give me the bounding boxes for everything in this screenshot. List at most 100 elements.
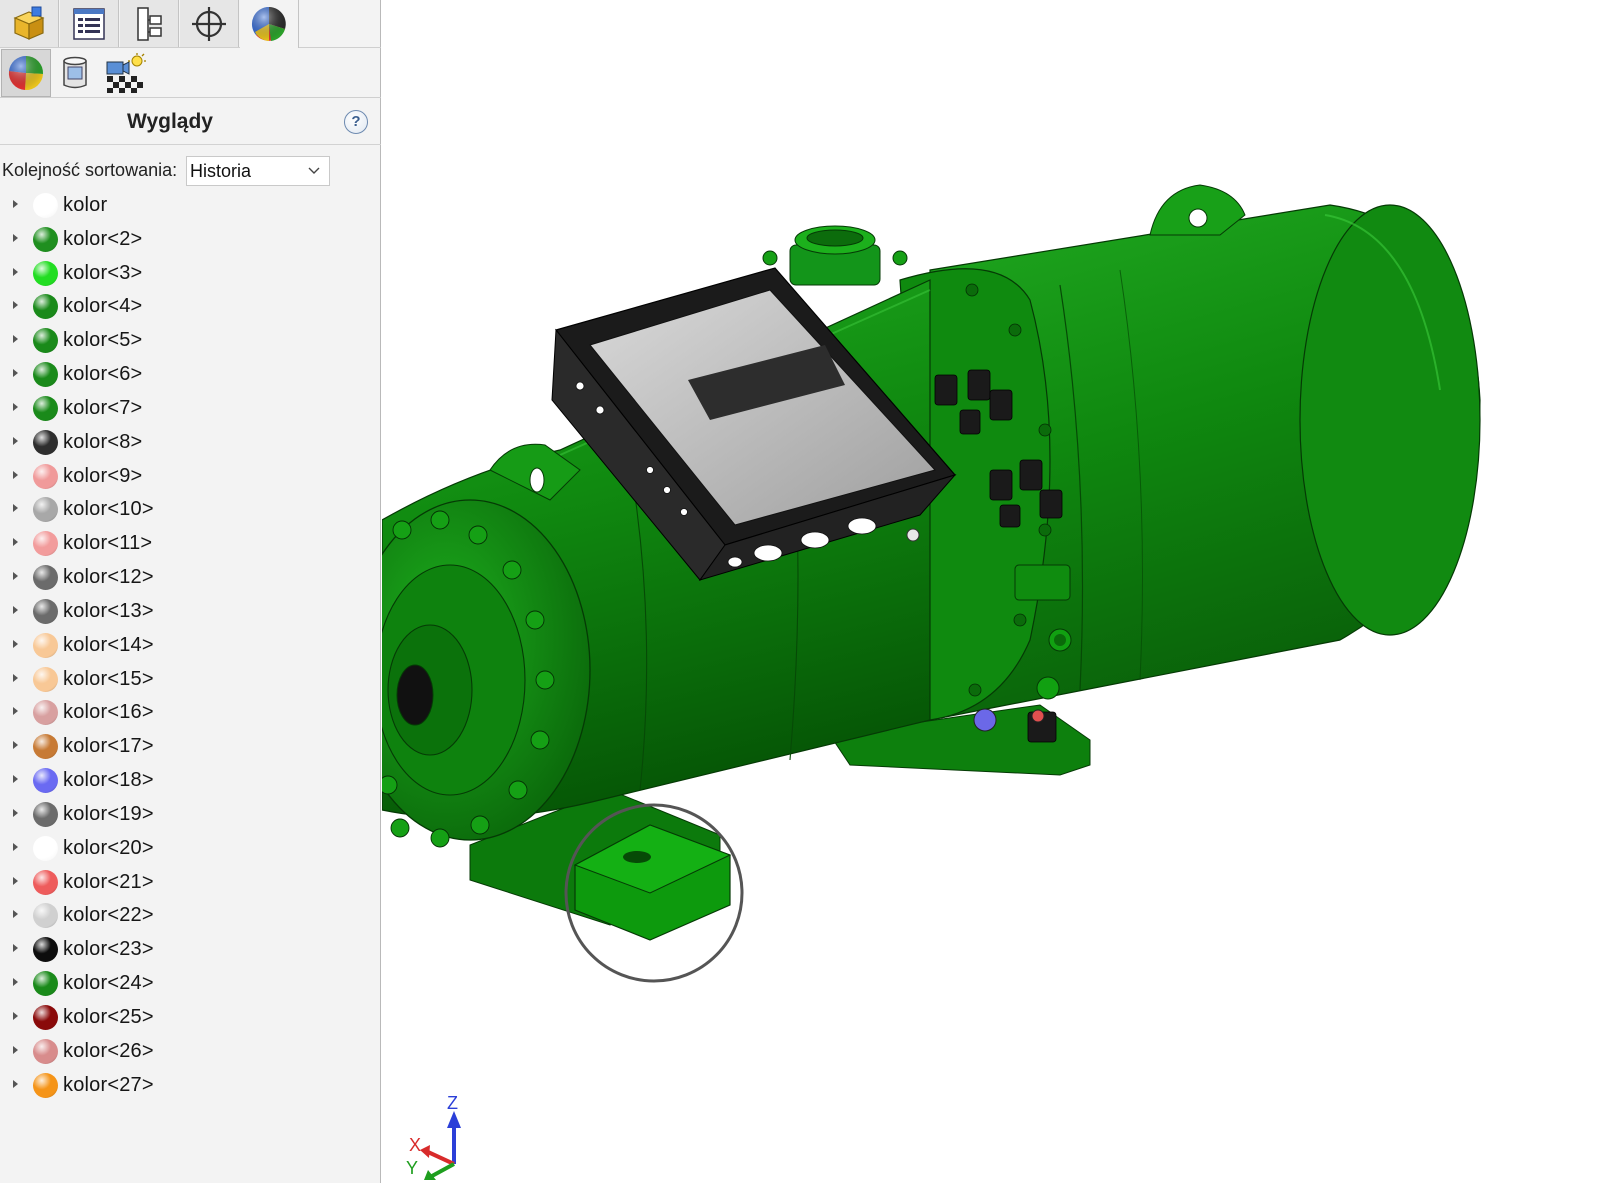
- expand-arrow-icon[interactable]: [13, 402, 18, 411]
- appearance-item[interactable]: kolor<20>: [0, 831, 381, 865]
- appearance-item[interactable]: kolor<9>: [0, 459, 381, 493]
- appearance-item[interactable]: kolor<8>: [0, 425, 381, 459]
- appearance-item[interactable]: kolor<7>: [0, 391, 381, 425]
- graphics-area[interactable]: Z X Y: [382, 0, 1600, 1183]
- color-swatch-icon: [33, 565, 58, 591]
- expand-arrow-icon[interactable]: [13, 436, 18, 445]
- expand-arrow-icon[interactable]: [13, 538, 18, 547]
- color-swatch-icon: [33, 395, 58, 421]
- sort-order-select[interactable]: Historia: [186, 156, 330, 186]
- color-swatch-icon: [33, 497, 58, 523]
- appearance-item[interactable]: kolor<4>: [0, 289, 381, 323]
- panel-header: Wyglądy ?: [0, 100, 381, 145]
- expand-arrow-icon[interactable]: [13, 910, 18, 919]
- decals-icon: [63, 56, 87, 89]
- appearance-item-label: kolor<7>: [63, 396, 143, 419]
- tab-display-manager[interactable]: [240, 0, 299, 48]
- expand-arrow-icon[interactable]: [13, 944, 18, 953]
- appearance-item[interactable]: kolor<23>: [0, 932, 381, 966]
- expand-arrow-icon[interactable]: [13, 200, 18, 208]
- chevron-down-icon: [308, 167, 320, 174]
- expand-arrow-icon[interactable]: [13, 504, 18, 513]
- color-swatch-icon: [33, 429, 58, 455]
- color-swatch-icon: [33, 1004, 58, 1030]
- appearance-item[interactable]: kolor<17>: [0, 729, 381, 763]
- tab-dimxpert-manager[interactable]: [180, 0, 239, 47]
- appearance-item[interactable]: kolor<16>: [0, 695, 381, 729]
- color-swatch-icon: [33, 193, 58, 218]
- color-swatch-icon: [33, 768, 58, 794]
- color-swatch-icon: [33, 734, 58, 760]
- appearance-item-label: kolor<20>: [63, 836, 154, 859]
- appearance-item[interactable]: kolor<12>: [0, 560, 381, 594]
- appearance-item[interactable]: kolor<11>: [0, 526, 381, 560]
- appearance-item[interactable]: kolor<5>: [0, 323, 381, 357]
- expand-arrow-icon[interactable]: [13, 741, 18, 750]
- appearance-item-label: kolor<22>: [63, 904, 154, 927]
- expand-arrow-icon[interactable]: [13, 639, 18, 648]
- tab-feature-manager[interactable]: [0, 0, 59, 47]
- expand-arrow-icon[interactable]: [13, 572, 18, 581]
- expand-arrow-icon[interactable]: [13, 267, 18, 276]
- appearance-item[interactable]: kolor<6>: [0, 357, 381, 391]
- appearance-item[interactable]: kolor<3>: [0, 256, 381, 290]
- appearance-item-label: kolor<16>: [63, 701, 154, 724]
- expand-arrow-icon[interactable]: [13, 605, 18, 614]
- configuration-manager-icon: [137, 6, 162, 41]
- expand-arrow-icon[interactable]: [13, 335, 18, 344]
- color-swatch-icon: [33, 666, 58, 692]
- expand-arrow-icon[interactable]: [13, 1011, 18, 1020]
- appearance-item[interactable]: kolor<22>: [0, 898, 381, 932]
- appearance-item[interactable]: kolor<2>: [0, 222, 381, 256]
- color-swatch-icon: [33, 1072, 58, 1098]
- subtab-scene-lights-cameras[interactable]: [100, 49, 150, 97]
- appearance-item-label: kolor<3>: [63, 261, 143, 284]
- appearance-item[interactable]: kolor<14>: [0, 628, 381, 662]
- subtab-appearances[interactable]: [1, 49, 51, 97]
- appearance-item[interactable]: kolor<24>: [0, 966, 381, 1000]
- color-swatch-icon: [33, 700, 58, 726]
- subtab-decals[interactable]: [50, 49, 100, 97]
- tab-configuration-manager[interactable]: [120, 0, 179, 47]
- triad-x-label: X: [409, 1135, 422, 1155]
- color-swatch-icon: [33, 362, 58, 388]
- appearance-item[interactable]: kolor<25>: [0, 1000, 381, 1034]
- expand-arrow-icon[interactable]: [13, 1079, 18, 1088]
- expand-arrow-icon[interactable]: [13, 470, 18, 479]
- appearance-item-label: kolor<8>: [63, 430, 143, 453]
- color-swatch-icon: [33, 226, 58, 252]
- appearance-item-label: kolor<24>: [63, 972, 154, 995]
- expand-arrow-icon[interactable]: [13, 842, 18, 851]
- appearance-item[interactable]: kolor<15>: [0, 662, 381, 696]
- appearance-subtabs: [0, 48, 381, 98]
- appearance-item[interactable]: kolor<27>: [0, 1068, 381, 1102]
- triad-y-label: Y: [406, 1158, 419, 1178]
- appearance-item[interactable]: kolor<18>: [0, 763, 381, 797]
- expand-arrow-icon[interactable]: [13, 978, 18, 987]
- display-manager-icon: [251, 6, 286, 41]
- appearance-item-label: kolor<6>: [63, 363, 143, 386]
- appearance-item[interactable]: kolor<21>: [0, 865, 381, 899]
- compressor-model: [382, 184, 1481, 1180]
- expand-arrow-icon[interactable]: [13, 673, 18, 682]
- expand-arrow-icon[interactable]: [13, 1045, 18, 1054]
- expand-arrow-icon[interactable]: [13, 707, 18, 716]
- expand-arrow-icon[interactable]: [13, 233, 18, 242]
- appearance-item[interactable]: kolor: [0, 188, 381, 222]
- appearance-item-label: kolor<25>: [63, 1005, 154, 1028]
- expand-arrow-icon[interactable]: [13, 301, 18, 310]
- help-button[interactable]: ?: [344, 110, 368, 134]
- appearance-item-label: kolor<15>: [63, 667, 154, 690]
- color-swatch-icon: [33, 328, 58, 354]
- sort-order-value: Historia: [190, 161, 252, 181]
- expand-arrow-icon[interactable]: [13, 775, 18, 784]
- appearance-item[interactable]: kolor<19>: [0, 797, 381, 831]
- appearance-item[interactable]: kolor<13>: [0, 594, 381, 628]
- appearance-item[interactable]: kolor<26>: [0, 1034, 381, 1068]
- tab-property-manager[interactable]: [60, 0, 119, 47]
- panel-title: Wyglądy: [127, 110, 213, 133]
- expand-arrow-icon[interactable]: [13, 369, 18, 378]
- appearance-item[interactable]: kolor<10>: [0, 492, 381, 526]
- expand-arrow-icon[interactable]: [13, 808, 18, 817]
- expand-arrow-icon[interactable]: [13, 876, 18, 885]
